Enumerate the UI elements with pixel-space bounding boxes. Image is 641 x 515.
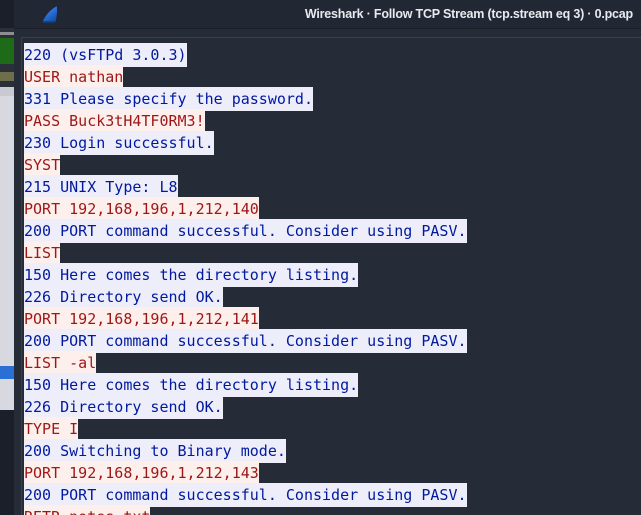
dialog-titlebar[interactable]: Wireshark · Follow TCP Stream (tcp.strea… (14, 0, 641, 29)
stream-line-text: 150 Here comes the directory listing. (24, 263, 359, 287)
stream-line-text: USER nathan (24, 65, 124, 89)
background-packet-row (0, 87, 14, 96)
stream-line-server: 200 PORT command successful. Consider us… (24, 329, 641, 353)
stream-line-client: PORT 192,168,196,1,212,140 (24, 197, 641, 221)
stream-line-client: RETR notes.txt (24, 505, 641, 515)
stream-line-client: PORT 192,168,196,1,212,143 (24, 461, 641, 485)
stream-line-text: LIST (24, 241, 61, 265)
stream-line-client: LIST (24, 241, 641, 265)
stream-line-client: PORT 192,168,196,1,212,141 (24, 307, 641, 331)
background-packet-row (0, 64, 14, 72)
stream-line-text: RETR notes.txt (24, 505, 151, 515)
screen: Wireshark · Follow TCP Stream (tcp.strea… (0, 0, 641, 515)
stream-line-text: 331 Please specify the password. (24, 87, 313, 111)
stream-line-text: PORT 192,168,196,1,212,140 (24, 197, 259, 221)
background-packet-row (0, 72, 14, 81)
background-packet-list-window[interactable] (0, 28, 14, 410)
background-packet-row (0, 379, 14, 410)
stream-line-list: 220 (vsFTPd 3.0.3) USER nathan 331 Please … (22, 43, 641, 515)
stream-line-server: 200 PORT command successful. Consider us… (24, 483, 641, 507)
stream-line-text: 200 Switching to Binary mode. (24, 439, 286, 463)
stream-line-text: 226 Directory send OK. (24, 395, 223, 419)
stream-line-text: 220 (vsFTPd 3.0.3) (24, 43, 187, 67)
stream-line-text: SYST (24, 153, 61, 177)
stream-line-client: PASS Buck3tH4TF0RM3! (24, 109, 641, 133)
background-packet-row (0, 366, 14, 379)
stream-line-server: 331 Please specify the password. (24, 87, 641, 111)
stream-line-client: LIST -al (24, 351, 641, 375)
stream-line-text: 226 Directory send OK. (24, 285, 223, 309)
dialog-title: Wireshark · Follow TCP Stream (tcp.strea… (304, 7, 633, 21)
follow-tcp-stream-dialog: Wireshark · Follow TCP Stream (tcp.strea… (14, 0, 641, 515)
stream-line-server: 230 Login successful. (24, 131, 641, 155)
stream-body: 220 (vsFTPd 3.0.3) USER nathan 331 Please … (14, 29, 641, 515)
stream-line-text: PORT 192,168,196,1,212,141 (24, 307, 259, 331)
stream-line-server: 150 Here comes the directory listing. (24, 263, 641, 287)
background-packet-row (0, 96, 14, 366)
stream-line-server: 226 Directory send OK. (24, 285, 641, 309)
stream-line-text: 200 PORT command successful. Consider us… (24, 483, 467, 507)
stream-line-text: 215 UNIX Type: L8 (24, 175, 178, 199)
stream-line-client: TYPE I (24, 417, 641, 441)
stream-line-server: 200 PORT command successful. Consider us… (24, 219, 641, 243)
stream-line-client: SYST (24, 153, 641, 177)
stream-line-server: 200 Switching to Binary mode. (24, 439, 641, 463)
stream-line-text: LIST -al (24, 351, 97, 375)
stream-line-text: TYPE I (24, 417, 79, 441)
stream-line-server: 215 UNIX Type: L8 (24, 175, 641, 199)
stream-line-server: 150 Here comes the directory listing. (24, 373, 641, 397)
stream-text-panel[interactable]: 220 (vsFTPd 3.0.3) USER nathan 331 Please … (21, 37, 641, 515)
stream-line-server: 220 (vsFTPd 3.0.3) (24, 43, 641, 67)
stream-line-text: PASS Buck3tH4TF0RM3! (24, 109, 205, 133)
stream-line-text: 200 PORT command successful. Consider us… (24, 329, 467, 353)
stream-line-text: 200 PORT command successful. Consider us… (24, 219, 467, 243)
stream-line-text: 230 Login successful. (24, 131, 214, 155)
stream-line-text: 150 Here comes the directory listing. (24, 373, 359, 397)
stream-line-server: 226 Directory send OK. (24, 395, 641, 419)
background-packet-row (0, 38, 14, 64)
stream-line-text: PORT 192,168,196,1,212,143 (24, 461, 259, 485)
stream-line-client: USER nathan (24, 65, 641, 89)
